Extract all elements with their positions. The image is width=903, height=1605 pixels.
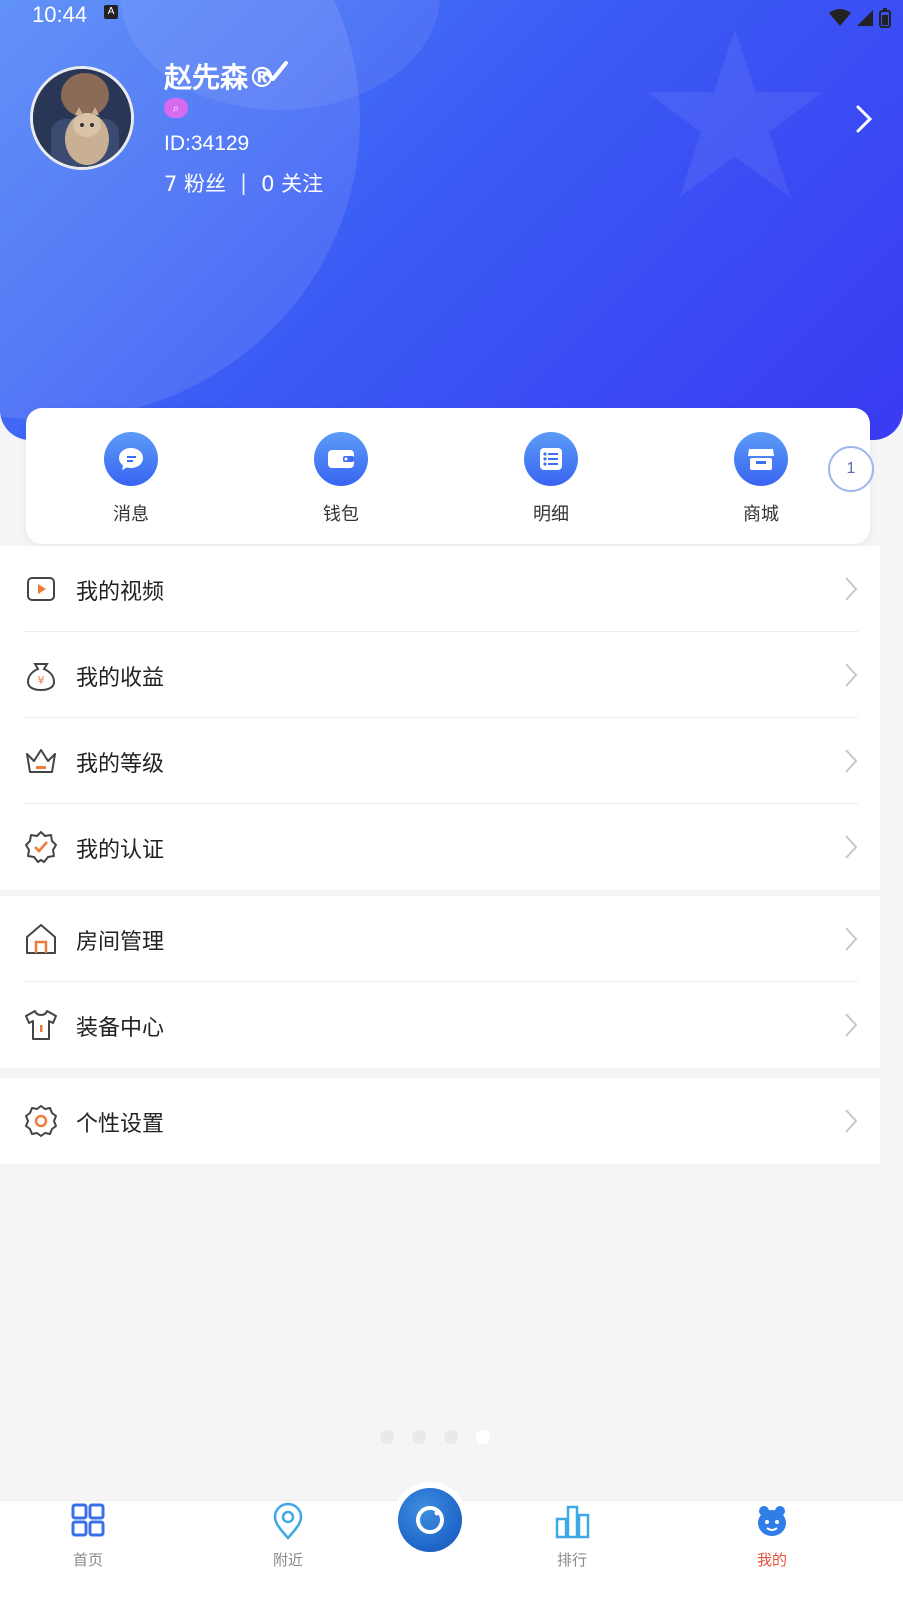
page-indicator <box>380 1430 490 1444</box>
user-id: ID:34129 <box>164 132 250 155</box>
menu-label: 个性设置 <box>76 1112 165 1137</box>
wifi-icon <box>829 9 851 26</box>
tab-label: 我的 <box>756 1551 787 1569</box>
menu-group-personal: 我的视频 ¥ 我的收益 我的等级 我的认证 <box>0 546 880 890</box>
menu-label: 我的收益 <box>76 666 165 691</box>
crown-icon <box>26 749 56 773</box>
floating-count-badge[interactable]: 1 <box>828 446 874 492</box>
tab-label: 首页 <box>72 1551 103 1569</box>
chevron-right-icon <box>845 1013 858 1037</box>
battery-icon <box>879 8 891 28</box>
menu-item-my-level[interactable]: 我的等级 <box>0 718 880 804</box>
chevron-right-icon <box>845 663 858 687</box>
menu-item-equipment-center[interactable]: 装备中心 <box>0 982 880 1068</box>
menu-label: 我的视频 <box>76 580 165 605</box>
grid-icon <box>71 1503 105 1537</box>
menu-group-room: 房间管理 装备中心 <box>0 896 880 1068</box>
tab-ranking[interactable]: 排行 <box>512 1501 632 1570</box>
menu-label: 房间管理 <box>76 930 165 955</box>
status-icons <box>829 8 891 28</box>
menu-item-my-certification[interactable]: 我的认证 <box>0 804 880 890</box>
profile-stats: 7 粉丝 | 0 关注 <box>164 168 323 198</box>
fans-count[interactable]: 7 粉丝 <box>164 168 226 198</box>
quick-action-label: 明细 <box>533 504 569 525</box>
menu-label: 装备中心 <box>76 1016 165 1041</box>
stats-separator: | <box>240 171 248 195</box>
notification-icon: A <box>104 5 118 19</box>
list-detail-icon <box>524 432 578 486</box>
location-icon <box>273 1502 303 1540</box>
page-indicator-dot-active <box>476 1430 490 1444</box>
gear-icon <box>25 1105 57 1137</box>
menu-item-my-earnings[interactable]: ¥ 我的收益 <box>0 632 880 718</box>
menu-item-personal-settings[interactable]: 个性设置 <box>0 1078 880 1164</box>
quick-action-message[interactable]: 消息 <box>66 432 196 526</box>
level-badge-icon: ⌕ <box>164 98 188 118</box>
username: 赵先森® <box>164 61 277 94</box>
quick-action-label: 消息 <box>113 504 149 525</box>
menu-item-room-management[interactable]: 房间管理 <box>0 896 880 982</box>
tab-label: 附近 <box>272 1551 303 1569</box>
page-indicator-dot <box>412 1430 426 1444</box>
follow-count[interactable]: 0 关注 <box>261 168 323 198</box>
wallet-icon <box>314 432 368 486</box>
star-decoration-icon <box>647 29 823 197</box>
chevron-right-icon <box>845 927 858 951</box>
svg-text:¥: ¥ <box>38 674 45 687</box>
camera-icon <box>416 1506 444 1534</box>
status-time: 10:44 <box>32 2 88 27</box>
tab-home[interactable]: 首页 <box>28 1501 148 1570</box>
video-icon <box>27 577 55 601</box>
page-indicator-dot <box>380 1430 394 1444</box>
chart-icon <box>555 1505 590 1539</box>
menu-item-my-videos[interactable]: 我的视频 <box>0 546 880 632</box>
menu-label: 我的等级 <box>76 752 165 777</box>
quick-action-label: 商城 <box>743 504 779 525</box>
quick-action-label: 钱包 <box>323 504 359 525</box>
chevron-right-icon <box>845 577 858 601</box>
store-icon <box>734 432 788 486</box>
profile-header <box>0 0 903 440</box>
tab-label: 排行 <box>556 1551 587 1569</box>
tab-mine[interactable]: 我的 <box>712 1501 832 1570</box>
menu-label: 我的认证 <box>76 838 165 863</box>
tab-nearby[interactable]: 附近 <box>228 1501 348 1570</box>
page-indicator-dot <box>444 1430 458 1444</box>
signal-icon <box>857 10 873 26</box>
quick-action-store[interactable]: 商城 <box>696 432 826 526</box>
certified-icon <box>25 831 57 863</box>
status-bar: 10:44 A <box>0 0 903 40</box>
verified-check-icon <box>265 61 288 81</box>
avatar[interactable] <box>30 66 134 170</box>
live-camera-button[interactable] <box>398 1488 462 1552</box>
message-icon <box>104 432 158 486</box>
quick-action-detail[interactable]: 明细 <box>486 432 616 526</box>
chevron-right-icon <box>845 749 858 773</box>
house-icon <box>26 924 56 954</box>
money-bag-icon: ¥ <box>26 663 56 692</box>
shirt-icon <box>25 1010 57 1040</box>
chevron-right-icon <box>845 835 858 859</box>
menu-group-settings: 个性设置 <box>0 1078 880 1164</box>
quick-action-wallet[interactable]: 钱包 <box>276 432 406 526</box>
profile-icon <box>758 1506 786 1536</box>
quick-actions-card: 消息 钱包 明细 商城 <box>26 408 870 544</box>
profile-chevron-right-icon[interactable] <box>855 104 873 134</box>
chevron-right-icon <box>845 1109 858 1133</box>
